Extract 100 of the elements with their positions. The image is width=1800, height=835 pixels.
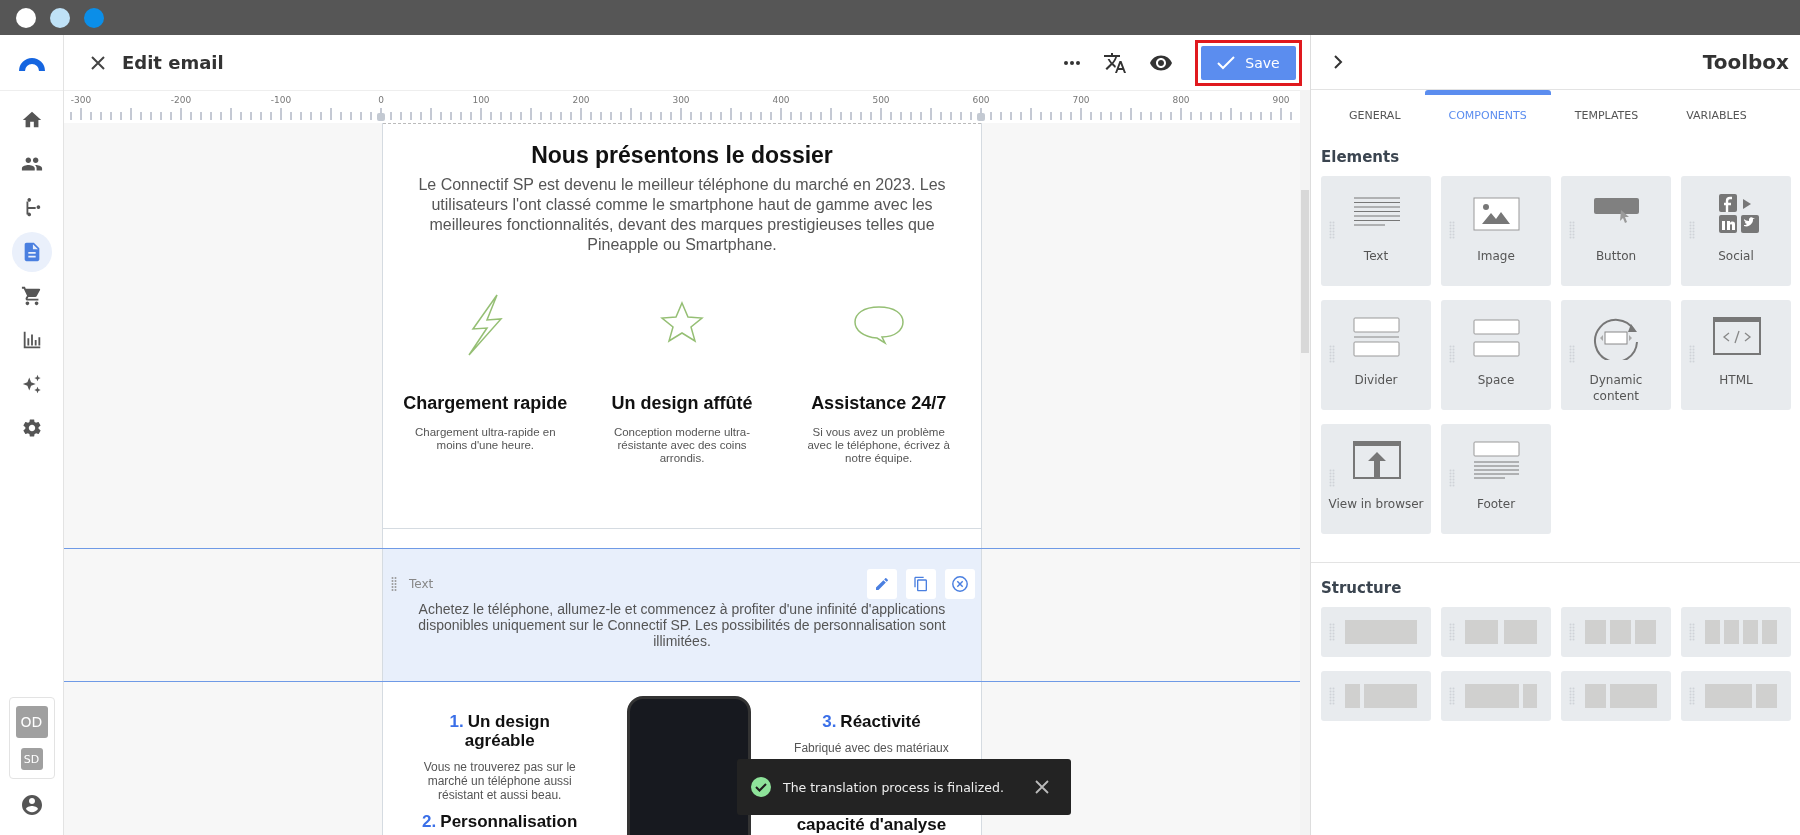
chevron-right-icon[interactable] xyxy=(1333,55,1343,69)
element-tile[interactable]: Space xyxy=(1441,300,1551,410)
drag-handle-icon[interactable] xyxy=(1569,687,1575,705)
drag-handle-icon[interactable] xyxy=(1689,687,1695,705)
element-tile[interactable]: View in browser xyxy=(1321,424,1431,534)
check-icon xyxy=(1217,55,1236,70)
window-control-dot[interactable] xyxy=(16,7,36,28)
ruler-label: 300 xyxy=(672,95,690,105)
column-layout-icon xyxy=(1465,684,1537,708)
block-paragraph: Achetez le téléphone, allumez-le et commencez à profiter d'une infinité d'applications disponibles uniquement sur le Connectif SP. Les possibilités de personnalisation sont illimitées. xyxy=(417,601,947,649)
element-tile[interactable]: HTML xyxy=(1681,300,1791,410)
ruler-label: 800 xyxy=(1172,95,1190,105)
element-tile[interactable]: Social xyxy=(1681,176,1791,286)
element-tile[interactable]: Dynamic content xyxy=(1561,300,1671,410)
numbered-title: 1. Un design agréable xyxy=(448,712,551,750)
close-icon[interactable] xyxy=(1035,780,1049,794)
window-control-dot[interactable] xyxy=(84,7,104,28)
copy-icon xyxy=(913,575,929,593)
user-icon[interactable] xyxy=(19,793,44,817)
scrollbar[interactable] xyxy=(1300,90,1310,835)
block-type-label: Text xyxy=(409,577,434,591)
column-layout-icon xyxy=(1345,620,1417,644)
drag-handle-icon[interactable] xyxy=(1449,221,1455,239)
duplicate-button[interactable] xyxy=(906,569,936,599)
edit-button[interactable] xyxy=(867,569,897,599)
feature-text: Si vous avez un problème avec le téléphone, écrivez à notre équipe. xyxy=(806,426,951,465)
ruler-label: -100 xyxy=(270,95,292,105)
drag-handle-icon[interactable] xyxy=(391,576,397,592)
column-layout-icon xyxy=(1705,684,1777,708)
numbered-text: Fabriqué avec des matériaux xyxy=(793,741,950,755)
element-tile[interactable]: Footer xyxy=(1441,424,1551,534)
pencil-icon xyxy=(874,576,890,592)
page-title: Edit email xyxy=(122,52,224,73)
ruler-label: 600 xyxy=(972,95,990,105)
section-heading: Elements xyxy=(1321,148,1401,166)
ruler-marker[interactable] xyxy=(977,113,985,121)
structure-tile[interactable] xyxy=(1321,607,1431,657)
email-paragraph: Le Connectif SP est devenu le meilleur téléphone du marché en 2023. Les utilisateurs l'ont classé comme le smartphone haut de gamme avec les meilleures fonctionnalités, devant des marques prestigieuses telles que Pineapple ou Smartphane. xyxy=(417,175,947,255)
feature-text: Conception moderne ultra-résistante avec des coins arrondis. xyxy=(612,426,752,465)
drag-handle-icon[interactable] xyxy=(1449,469,1455,487)
element-tile[interactable]: Image xyxy=(1441,176,1551,286)
close-icon[interactable] xyxy=(90,54,106,71)
more-options-icon[interactable] xyxy=(1063,59,1081,66)
scrollbar-thumb[interactable] xyxy=(1301,190,1309,353)
element-tile[interactable]: Button xyxy=(1561,176,1671,286)
tab[interactable]: VARIABLES xyxy=(1662,90,1771,136)
drag-handle-icon[interactable] xyxy=(1689,623,1695,641)
feature-title: Chargement rapide xyxy=(403,393,568,414)
window-control-dot[interactable] xyxy=(50,7,70,28)
column-layout-icon xyxy=(1465,620,1537,644)
ruler-label: 0 xyxy=(378,95,384,105)
column-layout-icon xyxy=(1585,620,1657,644)
numbered-title: capacité d'analyse xyxy=(795,815,948,834)
structure-tile[interactable] xyxy=(1321,671,1431,721)
structure-tile[interactable] xyxy=(1441,671,1551,721)
feature-title: Un design affûté xyxy=(611,393,753,414)
element-tile[interactable]: Text xyxy=(1321,176,1431,286)
ruler-label: -200 xyxy=(170,95,192,105)
structure-tile[interactable] xyxy=(1681,671,1791,721)
drag-handle-icon[interactable] xyxy=(1449,623,1455,641)
tab[interactable]: COMPONENTS xyxy=(1424,90,1551,136)
check-circle-icon xyxy=(751,777,771,797)
drag-handle-icon[interactable] xyxy=(1329,687,1335,705)
drag-handle-icon[interactable] xyxy=(1329,623,1335,641)
delete-button[interactable] xyxy=(945,569,975,599)
tab[interactable]: TEMPLATES xyxy=(1550,90,1663,136)
tab[interactable]: GENERAL xyxy=(1325,90,1425,136)
drag-handle-icon[interactable] xyxy=(1449,687,1455,705)
selected-text-block[interactable]: Text Achetez le téléphone, allumez-le et commencez à profiter d'une infinité d'applications disponibles uniquement sur le Connectif SP. Les possibilités de personnalisation sont illimitées. xyxy=(382,549,982,681)
feature-text: Chargement ultra-rapide en moins d'une heure. xyxy=(414,426,557,452)
drag-handle-icon[interactable] xyxy=(1689,221,1695,239)
toast-message: The translation process is finalized. xyxy=(783,779,1004,795)
structure-tile[interactable] xyxy=(1681,607,1791,657)
column-layout-icon xyxy=(1585,684,1657,708)
ruler-label: 500 xyxy=(872,95,890,105)
translate-icon[interactable] xyxy=(1103,50,1127,75)
column-layout-icon xyxy=(1705,620,1777,644)
structure-tile[interactable] xyxy=(1561,671,1671,721)
drag-handle-icon[interactable] xyxy=(1689,345,1695,363)
panel-title: Toolbox xyxy=(1702,50,1789,74)
structure-tile[interactable] xyxy=(1441,607,1551,657)
ruler-marker[interactable] xyxy=(377,113,385,121)
gear-icon xyxy=(20,417,43,439)
drag-handle-icon[interactable] xyxy=(1329,221,1335,239)
cart-icon xyxy=(20,285,43,307)
drag-handle-icon[interactable] xyxy=(1449,345,1455,363)
ruler-label: 400 xyxy=(772,95,790,105)
numbered-text: Vous ne trouverez pas sur le marché un téléphone aussi résistant et aussi beau. xyxy=(422,760,577,802)
email-heading: Nous présentons le dossier xyxy=(530,142,834,169)
ruler-label: 700 xyxy=(1072,95,1090,105)
nav-item[interactable] xyxy=(11,232,52,272)
numbered-title: 3. Réactivité xyxy=(821,712,922,731)
drag-handle-icon[interactable] xyxy=(1329,345,1335,363)
drag-handle-icon[interactable] xyxy=(1569,221,1575,239)
drag-handle-icon[interactable] xyxy=(1569,623,1575,641)
element-tile[interactable]: Divider xyxy=(1321,300,1431,410)
ruler-label: -300 xyxy=(70,95,92,105)
drag-handle-icon[interactable] xyxy=(1569,345,1575,363)
drag-handle-icon[interactable] xyxy=(1329,469,1335,487)
structure-tile[interactable] xyxy=(1561,607,1671,657)
